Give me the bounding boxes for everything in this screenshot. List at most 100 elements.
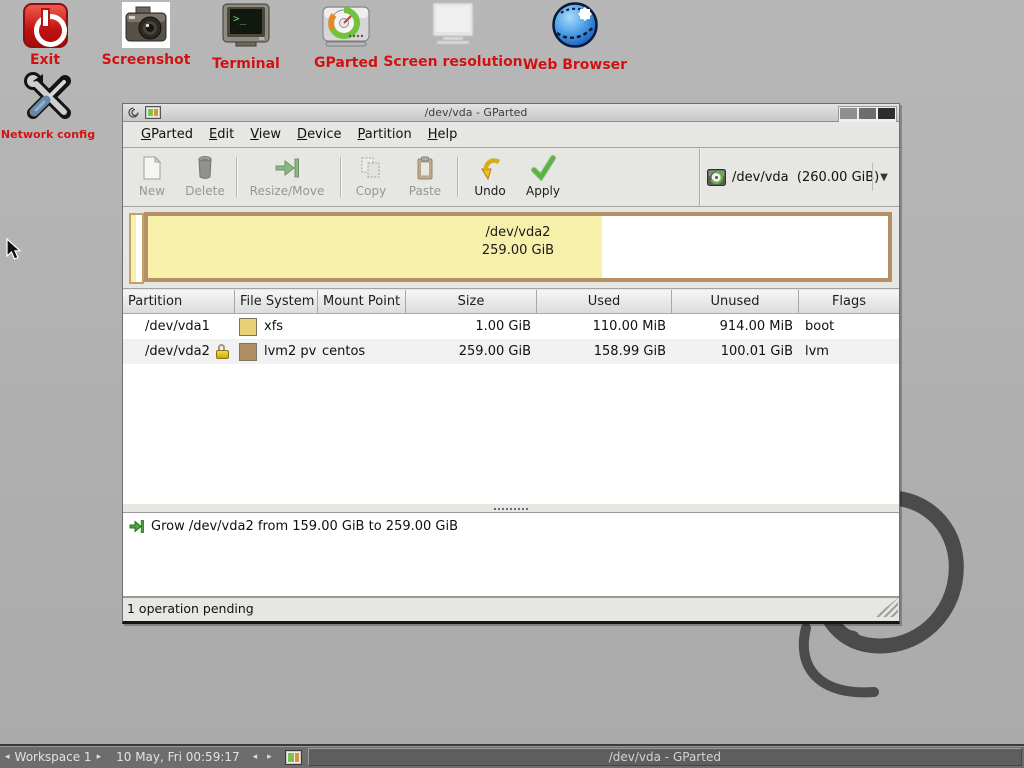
copy-icon <box>360 154 382 182</box>
paste-button[interactable]: Paste <box>400 154 450 202</box>
taskbar-window-button[interactable]: /dev/vda - GParted <box>308 748 1022 766</box>
pending-operation-item[interactable]: Grow /dev/vda2 from 159.00 GiB to 259.00… <box>123 513 899 534</box>
toolbar-separator <box>457 157 458 197</box>
device-selector-value: /dev/vda (260.00 GiB) <box>732 170 879 185</box>
header-used[interactable]: Used <box>537 290 672 314</box>
desktop-icon-label: Terminal <box>212 56 280 72</box>
close-button[interactable] <box>878 108 895 119</box>
taskbar: ◂ Workspace 1 ▸ 10 May, Fri 00:59:17 ◂ ▸… <box>0 744 1024 768</box>
partition-visual-label: /dev/vda2 259.00 GiB <box>148 224 888 260</box>
partition-name: /dev/vda2 <box>123 339 235 364</box>
menu-gparted[interactable]: GParted <box>133 123 201 146</box>
workspace-next-icon[interactable]: ▸ <box>92 752 107 762</box>
window-controls <box>838 106 897 123</box>
copy-button[interactable]: Copy <box>350 154 392 202</box>
mouse-cursor <box>6 238 22 262</box>
svg-text:>_: >_ <box>233 12 247 25</box>
desktop-icon-label: Web Browser <box>523 57 627 73</box>
resize-grip[interactable] <box>874 598 898 617</box>
grow-operation-icon <box>129 519 144 534</box>
menu-view[interactable]: View <box>242 123 289 146</box>
table-row-vda2[interactable]: /dev/vda2 lvm2 pv centos 259.00 GiB 158.… <box>123 339 899 364</box>
menu-help[interactable]: Help <box>420 123 466 146</box>
partition-name: /dev/vda1 <box>123 314 235 339</box>
unused-cell: 914.00 MiB <box>672 314 799 339</box>
mount-point: centos <box>318 339 406 364</box>
desktop-icon-screen-resolution[interactable]: Screen resolution <box>390 2 516 70</box>
disk-icon <box>707 169 726 186</box>
title-bar[interactable]: /dev/vda - GParted <box>123 104 899 122</box>
paste-icon <box>416 154 434 182</box>
gparted-task-icon[interactable] <box>285 750 302 765</box>
toolbar-separator <box>699 149 700 206</box>
menu-bar: GParted Edit View Device Partition Help <box>123 122 899 148</box>
tasklist-prev-icon[interactable]: ◂ <box>248 752 263 762</box>
filesystem-name: lvm2 pv <box>264 344 316 359</box>
tools-icon <box>20 68 76 124</box>
mount-point <box>318 314 406 339</box>
header-filesystem[interactable]: File System <box>235 290 318 314</box>
used-cell: 110.00 MiB <box>537 314 672 339</box>
maximize-button[interactable] <box>859 108 876 119</box>
monitor-icon <box>427 2 479 50</box>
undo-icon <box>479 154 501 182</box>
header-flags[interactable]: Flags <box>799 290 899 314</box>
workspace-prev-icon[interactable]: ◂ <box>0 752 15 762</box>
minimize-button[interactable] <box>840 108 857 119</box>
tasklist-next-icon[interactable]: ▸ <box>262 752 277 762</box>
delete-icon <box>197 154 213 182</box>
chevron-down-icon[interactable]: ▼ <box>872 163 895 191</box>
gparted-disk-icon <box>322 6 370 51</box>
unused-cell: 100.01 GiB <box>672 339 799 364</box>
header-mountpoint[interactable]: Mount Point <box>318 290 406 314</box>
splitter-handle-icon <box>494 508 528 510</box>
apply-icon <box>530 154 556 182</box>
camera-icon <box>122 2 170 48</box>
header-size[interactable]: Size <box>406 290 537 314</box>
toolbar-separator <box>340 157 341 197</box>
resize-move-button[interactable]: Resize/Move <box>245 154 329 202</box>
partition-visual-vda2[interactable]: /dev/vda2 259.00 GiB <box>144 212 892 282</box>
toolbar: New Delete Resize/Move <box>123 149 899 207</box>
undo-button[interactable]: Undo <box>467 154 513 202</box>
new-partition-icon <box>142 154 162 182</box>
header-partition[interactable]: Partition <box>123 290 235 314</box>
desktop-icon-gparted[interactable]: GParted <box>302 6 390 71</box>
partition-graphic-panel: /dev/vda2 259.00 GiB <box>123 207 899 289</box>
table-header-row: Partition File System Mount Point Size U… <box>123 290 899 314</box>
operation-text: Grow /dev/vda2 from 159.00 GiB to 259.00… <box>151 519 458 534</box>
taskbar-clock: 10 May, Fri 00:59:17 <box>116 750 240 764</box>
partition-visual-vda1[interactable] <box>129 213 144 284</box>
desktop-icon-label: Exit <box>30 52 60 68</box>
window-title: /dev/vda - GParted <box>123 106 829 119</box>
apply-button[interactable]: Apply <box>519 154 567 202</box>
desktop-icon-label: Network config <box>1 128 95 141</box>
filesystem-color-swatch <box>239 343 257 361</box>
flags-cell: lvm <box>799 339 899 364</box>
desktop-icon-label: GParted <box>314 55 378 71</box>
globe-icon <box>551 1 599 53</box>
header-unused[interactable]: Unused <box>672 290 799 314</box>
gparted-window: /dev/vda - GParted GParted Edit View Dev… <box>122 103 900 624</box>
new-button[interactable]: New <box>131 154 173 202</box>
desktop-icon-web-browser[interactable]: Web Browser <box>520 1 630 73</box>
desktop-icon-label: Screen resolution <box>383 54 522 70</box>
desktop-icon-terminal[interactable]: >_ Terminal <box>208 3 284 72</box>
workspace-label[interactable]: Workspace 1 <box>15 750 92 764</box>
delete-button[interactable]: Delete <box>181 154 229 202</box>
desktop-icon-network-config[interactable]: Network config <box>0 68 96 141</box>
menu-edit[interactable]: Edit <box>201 123 242 146</box>
terminal-icon: >_ <box>222 3 270 52</box>
desktop-icon-exit[interactable]: Exit <box>14 3 76 68</box>
power-icon <box>23 3 68 48</box>
resize-move-icon <box>274 154 300 182</box>
desktop-icon-screenshot[interactable]: Screenshot <box>104 2 188 68</box>
pane-splitter[interactable] <box>123 504 899 512</box>
table-row-vda1[interactable]: /dev/vda1 xfs 1.00 GiB 110.00 MiB 914.00… <box>123 314 899 339</box>
size-cell: 1.00 GiB <box>406 314 537 339</box>
menu-device[interactable]: Device <box>289 123 349 146</box>
filesystem-cell: lvm2 pv <box>235 339 318 364</box>
device-selector[interactable]: /dev/vda (260.00 GiB) ▼ <box>707 157 893 197</box>
status-text: 1 operation pending <box>123 601 254 616</box>
menu-partition[interactable]: Partition <box>350 123 420 146</box>
